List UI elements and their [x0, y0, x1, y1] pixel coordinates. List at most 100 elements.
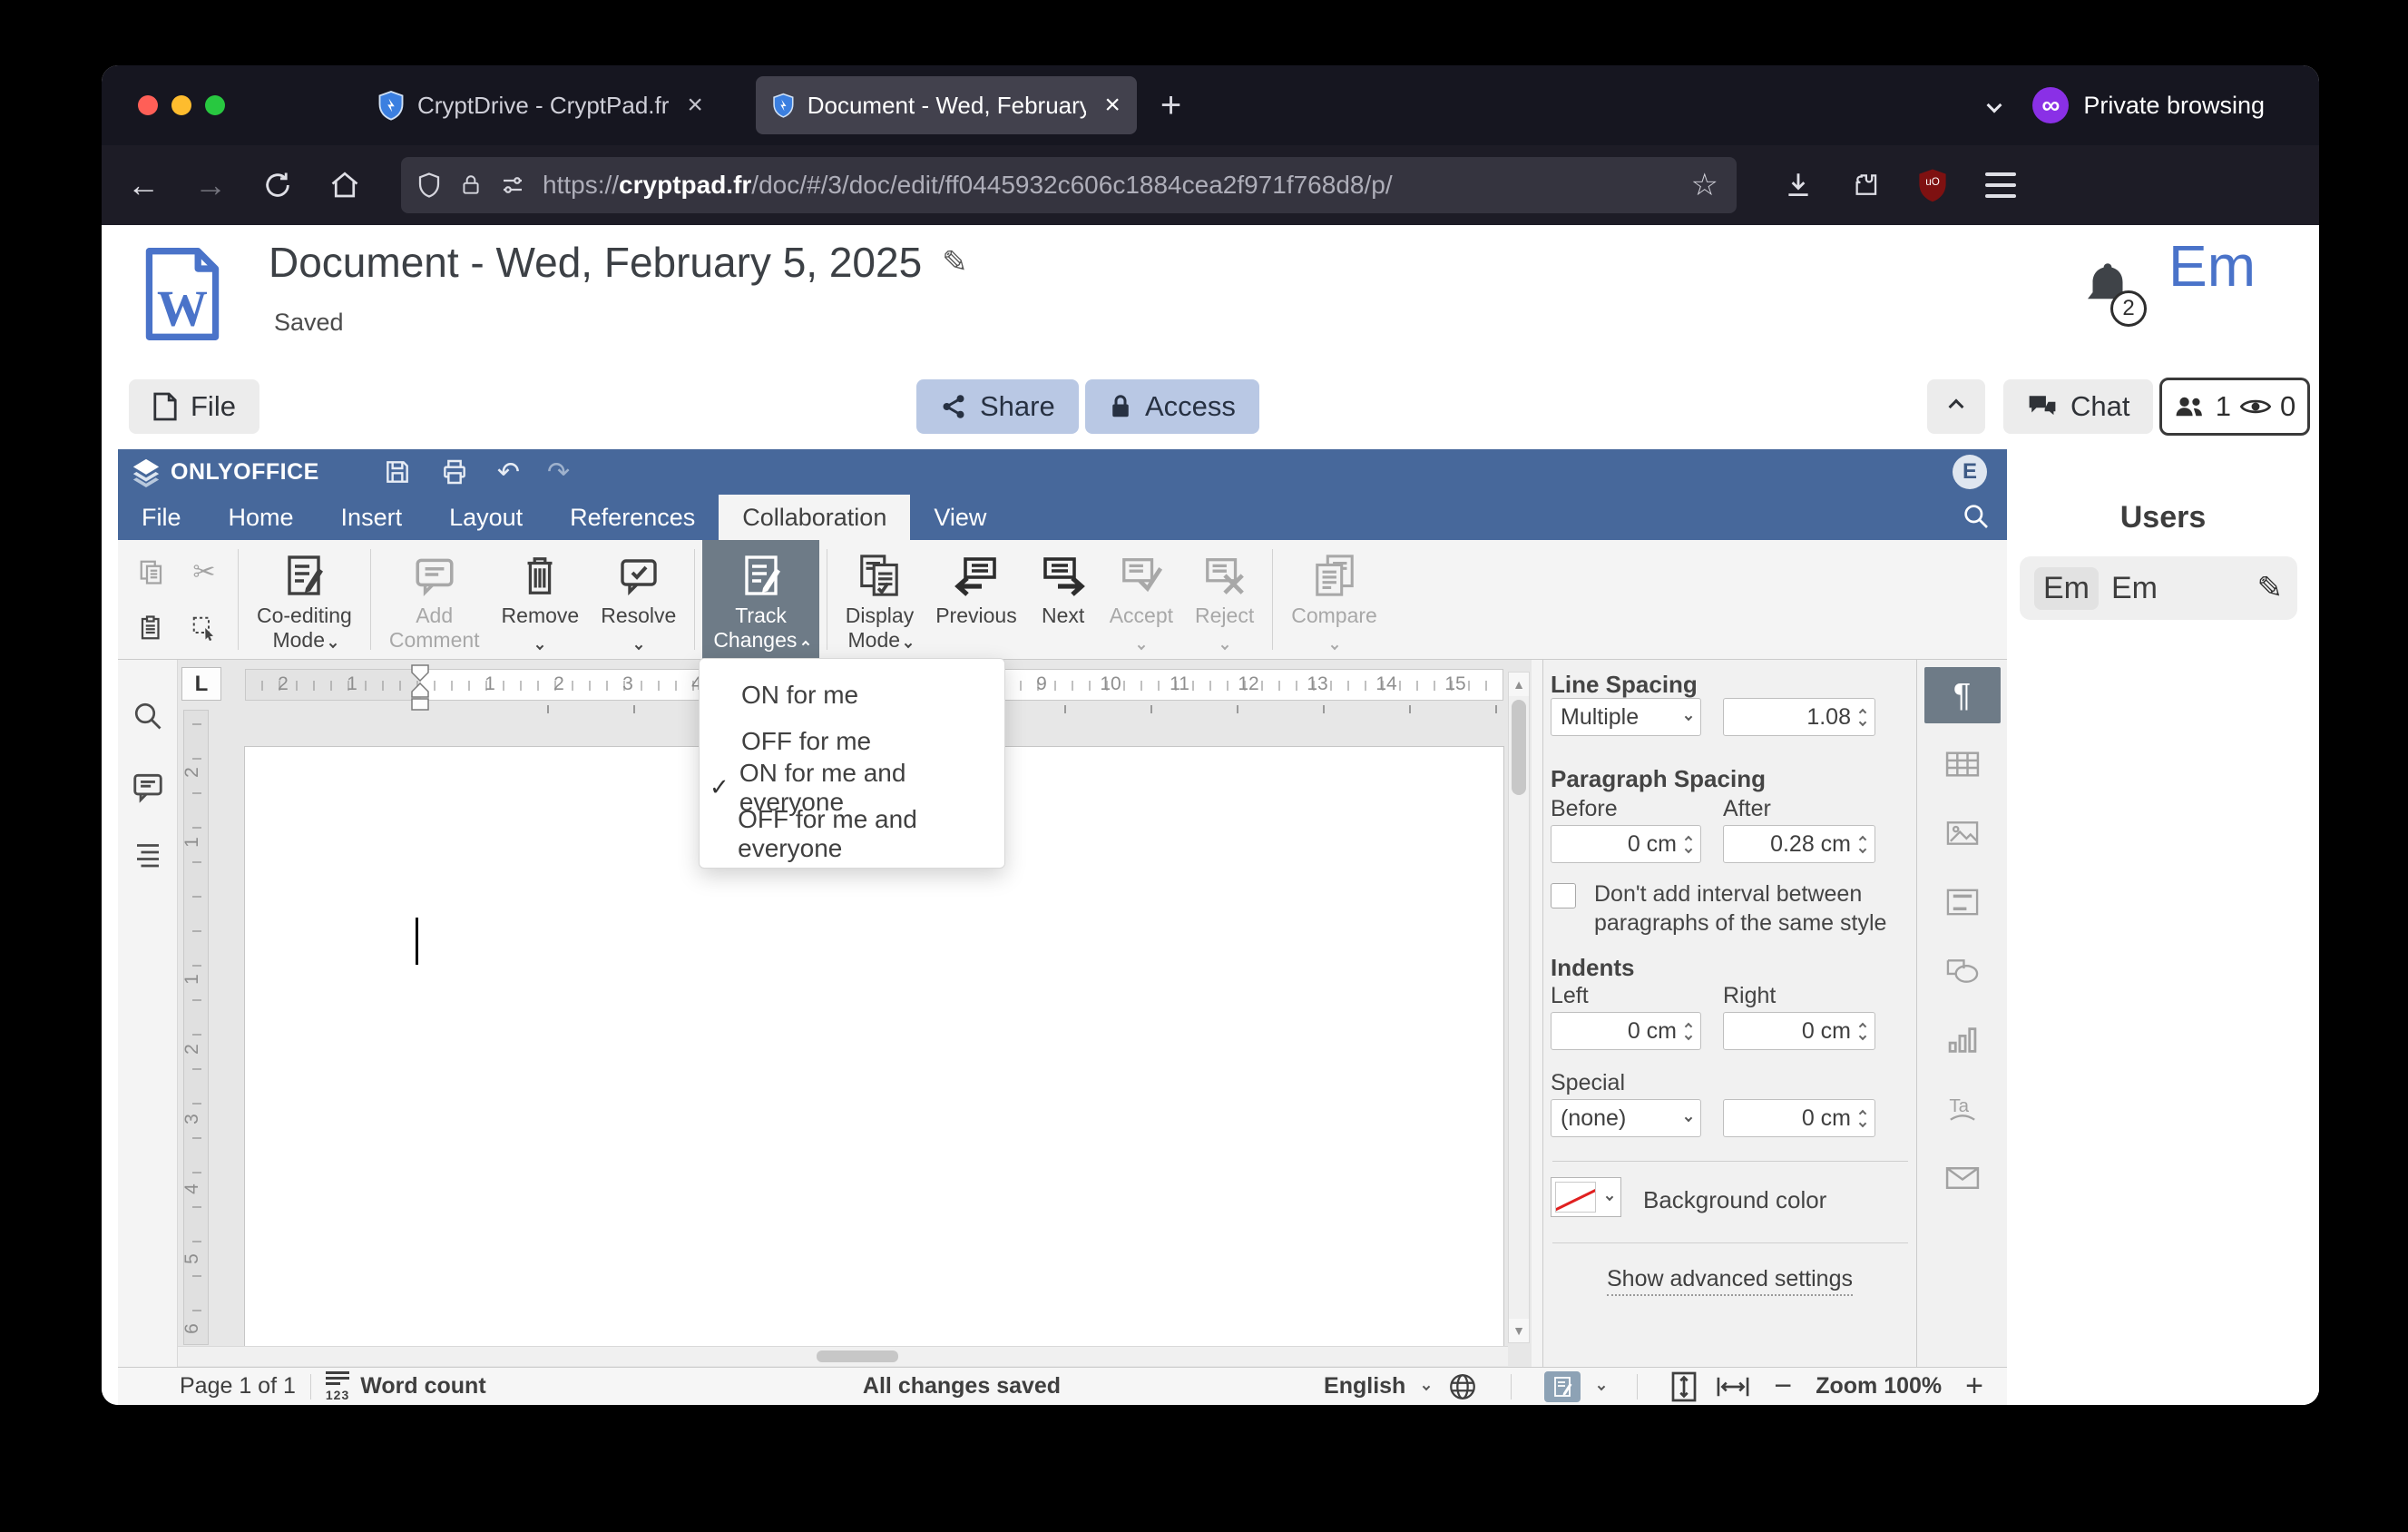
access-button[interactable]: Access [1085, 379, 1259, 434]
advanced-settings-link[interactable]: Show advanced settings [1543, 1266, 1916, 1296]
presence-counter[interactable]: 1 0 [2159, 378, 2310, 436]
url-bar[interactable]: https://cryptpad.fr/doc/#/3/doc/edit/ff0… [401, 157, 1737, 213]
spacing-before-input[interactable]: 0 cm [1551, 825, 1701, 863]
account-initials[interactable]: Em [2168, 232, 2256, 300]
menu-button[interactable] [1985, 172, 2016, 198]
print-button[interactable] [439, 457, 470, 486]
mail-merge-settings-tab[interactable] [1924, 1150, 2001, 1206]
background-color-picker[interactable] [1551, 1177, 1621, 1217]
remove-comment-button[interactable]: Remove [491, 540, 591, 659]
line-spacing-value-input[interactable]: 1.08 [1723, 698, 1875, 736]
lock-icon[interactable] [459, 171, 483, 200]
user-row[interactable]: Em Em ✎ [2020, 556, 2297, 620]
tab-document-active[interactable]: Document - Wed, February 5, 2( × [755, 76, 1137, 134]
back-button[interactable]: ← [118, 160, 169, 211]
globe-icon[interactable] [1447, 1371, 1478, 1402]
next-change-button[interactable]: Next [1028, 540, 1099, 659]
url-text[interactable]: https://cryptpad.fr/doc/#/3/doc/edit/ff0… [543, 171, 1675, 200]
spinner-arrows[interactable] [1684, 835, 1693, 853]
resolve-comment-button[interactable]: Resolve [590, 540, 687, 659]
display-mode-button[interactable]: Display Mode [835, 540, 925, 659]
minimize-window-button[interactable] [171, 95, 191, 115]
comments-icon[interactable] [131, 771, 165, 803]
menu-item-on-for-me[interactable]: ON for me [700, 672, 1004, 718]
new-tab-button[interactable]: + [1160, 85, 1181, 126]
tab-overflow-chevron-icon[interactable] [1986, 97, 2002, 113]
spinner-arrows[interactable] [1858, 835, 1867, 853]
vertical-scrollbar[interactable]: ▲ ▼ [1508, 672, 1530, 1343]
chart-settings-tab[interactable] [1924, 1012, 2001, 1068]
close-window-button[interactable] [138, 95, 158, 115]
special-amount-input[interactable]: 0 cm [1723, 1099, 1875, 1137]
spinner-arrows[interactable] [1858, 708, 1867, 726]
zoom-out-button[interactable]: − [1768, 1369, 1797, 1404]
save-button[interactable] [383, 457, 412, 486]
share-button[interactable]: Share [916, 379, 1079, 434]
zoom-in-button[interactable]: + [1960, 1369, 1989, 1404]
downloads-button[interactable] [1773, 160, 1824, 211]
paragraph-settings-tab[interactable]: ¶ [1923, 667, 2001, 723]
indent-right-input[interactable]: 0 cm [1723, 1012, 1875, 1050]
fit-page-icon[interactable] [1670, 1370, 1698, 1403]
scroll-down-icon[interactable]: ▼ [1509, 1319, 1529, 1342]
undo-button[interactable]: ↶ [497, 457, 520, 488]
select-all-button[interactable] [191, 614, 218, 642]
tab-insert[interactable]: Insert [318, 495, 426, 540]
tab-stop-selector[interactable]: L [181, 667, 221, 701]
spinner-arrows[interactable] [1858, 1022, 1867, 1040]
collapse-toolbar-button[interactable] [1927, 379, 1985, 434]
tab-collaboration[interactable]: Collaboration [719, 495, 911, 540]
indent-left-input[interactable]: 0 cm [1551, 1012, 1701, 1050]
tab-file[interactable]: File [118, 495, 205, 540]
chat-button[interactable]: Chat [2003, 379, 2154, 434]
textart-settings-tab[interactable]: Ta [1924, 1081, 2001, 1137]
header-footer-settings-tab[interactable] [1924, 874, 2001, 930]
notifications-button[interactable]: 2 [2078, 254, 2147, 327]
tab-layout[interactable]: Layout [426, 495, 546, 540]
tab-cryptdrive[interactable]: CryptDrive - CryptPad.fr × [361, 76, 719, 134]
menu-item-off-for-everyone[interactable]: OFF for me and everyone [700, 805, 1004, 862]
close-tab-icon[interactable]: × [1099, 90, 1121, 121]
image-settings-tab[interactable] [1924, 805, 2001, 861]
spinner-arrows[interactable] [1858, 1109, 1867, 1127]
zoom-level[interactable]: Zoom 100% [1816, 1373, 1942, 1399]
interval-checkbox[interactable] [1551, 883, 1576, 908]
spinner-arrows[interactable] [1684, 1022, 1693, 1040]
coediting-mode-button[interactable]: Co-editing Mode [246, 540, 363, 659]
track-changes-status-button[interactable] [1544, 1370, 1581, 1402]
fit-width-icon[interactable] [1716, 1373, 1750, 1400]
paste-button[interactable] [138, 614, 165, 642]
horizontal-scrollbar[interactable] [178, 1346, 1508, 1366]
scroll-up-icon[interactable]: ▲ [1509, 673, 1529, 696]
editor-search-button[interactable] [1962, 502, 1991, 531]
rename-pencil-icon[interactable]: ✎ [942, 244, 968, 280]
tab-view[interactable]: View [910, 495, 1010, 540]
table-settings-tab[interactable] [1924, 736, 2001, 792]
home-button[interactable] [319, 160, 370, 211]
tracking-shield-icon[interactable] [416, 171, 443, 200]
word-count-button[interactable]: Word count [360, 1373, 485, 1399]
permissions-icon[interactable] [499, 172, 526, 199]
navigation-icon[interactable] [132, 841, 164, 869]
tab-home[interactable]: Home [205, 495, 318, 540]
indent-markers[interactable] [405, 663, 436, 714]
page-indicator[interactable]: Page 1 of 1 [180, 1373, 296, 1399]
horizontal-scroll-thumb[interactable] [817, 1350, 898, 1362]
menu-item-on-for-everyone[interactable]: ✓ ON for me and everyone [700, 759, 1004, 816]
track-changes-button[interactable]: Track Changes [702, 540, 819, 659]
vertical-ruler[interactable]: 2 1 1 2 3 4 5 6 [181, 710, 209, 1345]
extensions-button[interactable] [1840, 160, 1891, 211]
search-icon[interactable] [132, 700, 164, 732]
previous-change-button[interactable]: Previous [925, 540, 1027, 659]
language-selector[interactable]: English [1324, 1373, 1405, 1399]
shape-settings-tab[interactable] [1924, 943, 2001, 999]
edit-name-pencil-icon[interactable]: ✎ [2257, 570, 2284, 606]
line-spacing-select[interactable]: Multiple [1551, 698, 1701, 736]
maximize-window-button[interactable] [205, 95, 225, 115]
spacing-after-input[interactable]: 0.28 cm [1723, 825, 1875, 863]
close-tab-icon[interactable]: × [681, 90, 703, 121]
vertical-scroll-thumb[interactable] [1512, 700, 1526, 795]
file-button[interactable]: File [129, 379, 259, 434]
bookmark-star-icon[interactable]: ☆ [1691, 167, 1722, 203]
tab-references[interactable]: References [546, 495, 719, 540]
